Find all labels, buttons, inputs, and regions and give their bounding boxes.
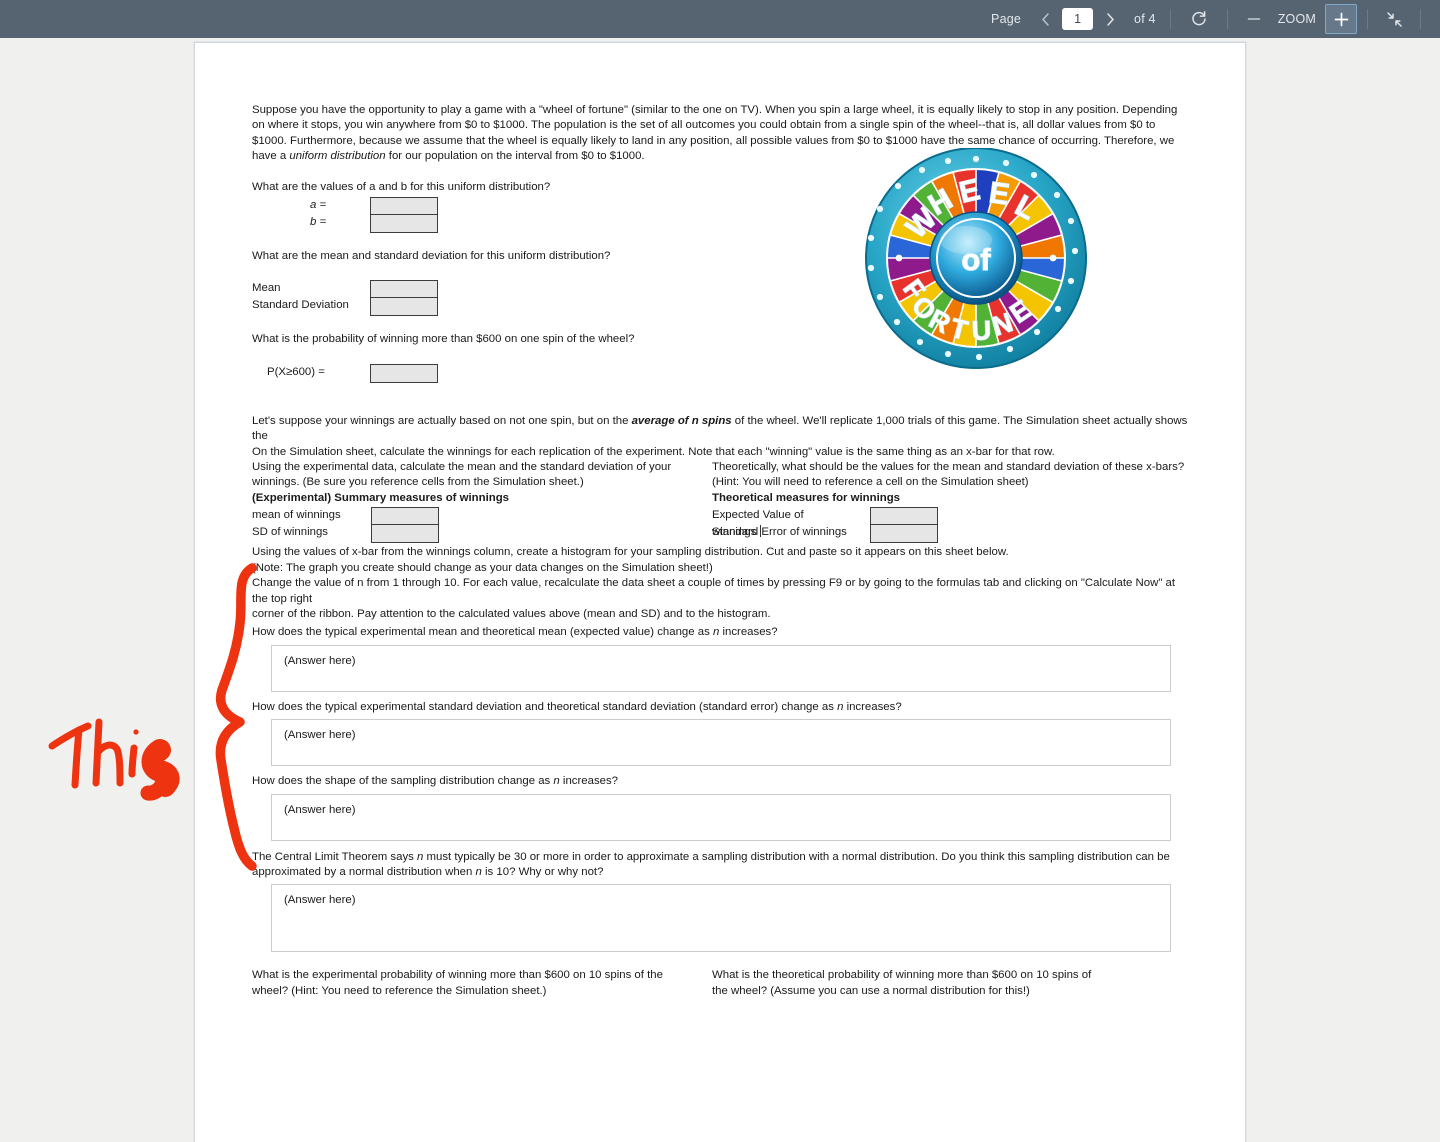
qa1-text-b: increases? [719, 626, 778, 639]
qa4-line2-text-a: approximated by a normal distribution wh… [252, 865, 476, 878]
theoretical-column: Theoretically, what should be the values… [712, 460, 1192, 544]
document-page: Suppose you have the opportunity to play… [194, 42, 1246, 1142]
question-a2: How does the typical experimental standa… [252, 700, 1192, 715]
label-expected-value: Expected Value of winnings [712, 507, 848, 538]
input-cell-standard-error[interactable] [871, 525, 937, 543]
text-cursor [760, 525, 762, 538]
theoretical-input-cells[interactable] [870, 507, 938, 544]
left-instruction-1: Using the experimental data, calculate t… [252, 461, 672, 474]
svg-text:U: U [971, 315, 992, 346]
page-total-label: of 4 [1134, 12, 1156, 26]
right-instruction-2: (Hint: You will need to reference a cell… [712, 476, 1029, 489]
answer-box-1[interactable]: (Answer here) [271, 644, 1171, 692]
toolbar-divider [1226, 9, 1228, 29]
qa4-text-b: must typically be 30 or more in order to… [423, 850, 1170, 863]
answer-box-4[interactable]: (Answer here) [271, 884, 1171, 953]
qa3-text-a: How does the shape of the sampling distr… [252, 775, 554, 788]
toolbar-divider [1169, 9, 1171, 29]
experimental-heading-bold: (Experimental) [252, 491, 332, 504]
answer-placeholder: (Answer here) [284, 729, 356, 742]
left-instruction-2: winnings. (Be sure you reference cells f… [252, 476, 584, 489]
input-cell-mean[interactable] [371, 281, 437, 299]
label-b: b = [310, 216, 327, 229]
input-cell-expected-value[interactable] [871, 508, 937, 526]
previous-page-button[interactable] [1030, 4, 1060, 34]
bottom-right-line-2: the wheel? (Assume you can use a normal … [712, 984, 1030, 997]
qa2-text-a: How does the typical experimental standa… [252, 700, 838, 713]
experimental-heading: (Experimental) Summary measures of winni… [252, 491, 712, 506]
right-instruction-1: Theoretically, what should be the values… [712, 461, 1185, 474]
qa4-text-a: The Central Limit Theorem says [252, 850, 418, 863]
intro-text-b: for our population on the interval from … [385, 150, 645, 163]
mean-sd-input-cells[interactable] [370, 280, 438, 317]
bottom-right-column: What is the theoretical probability of w… [712, 968, 1192, 999]
input-cell-a[interactable] [371, 198, 437, 216]
input-cell-probability[interactable] [371, 364, 437, 382]
label-probability: P(X≥600) = [267, 365, 325, 378]
page-number-input[interactable] [1062, 8, 1094, 30]
qa1-text-a: How does the typical experimental mean a… [252, 626, 713, 639]
input-cell-b[interactable] [371, 215, 437, 233]
svg-text:of: of [961, 242, 991, 277]
question-a3: How does the shape of the sampling distr… [252, 774, 1192, 789]
label-mean: Mean [252, 282, 281, 295]
bottom-left-line-1: What is the experimental probability of … [252, 969, 663, 982]
question-a1: How does the typical experimental mean a… [252, 625, 1192, 640]
wheel-of-fortune-image: W H E E L F O R T U N E of [858, 147, 1108, 378]
answer-placeholder: (Answer here) [284, 654, 356, 667]
experimental-input-cells[interactable] [371, 507, 439, 544]
question-a4-line-1: The Central Limit Theorem says n must ty… [252, 850, 1192, 865]
input-cell-sd[interactable] [371, 298, 437, 316]
page-navigation-group: Page of 4 [982, 0, 1165, 38]
paragraph-2-line-2: On the Simulation sheet, calculate the w… [252, 445, 1055, 458]
zoom-out-button[interactable] [1239, 4, 1269, 34]
next-page-button[interactable] [1095, 4, 1125, 34]
toolbar-divider [1367, 9, 1368, 29]
qa4-line2-text-b: is 10? Why or why not? [481, 865, 604, 878]
collapse-arrows-icon[interactable] [1379, 4, 1409, 34]
histogram-instruction-2: (Note: The graph you create should chang… [252, 561, 713, 574]
input-cell-mean-of-winnings[interactable] [372, 508, 438, 526]
probability-input-cells[interactable] [370, 363, 438, 383]
bottom-left-line-2: wheel? (Hint: You need to reference the … [252, 984, 547, 997]
zoom-label: ZOOM [1277, 12, 1316, 26]
input-cell-sd-of-winnings[interactable] [372, 525, 438, 543]
label-a: a = [310, 199, 327, 212]
experimental-column: Using the experimental data, calculate t… [252, 460, 712, 544]
histogram-instruction-3: Change the value of n from 1 through 10.… [252, 577, 1176, 605]
ab-input-cells[interactable] [370, 197, 438, 234]
answer-placeholder: (Answer here) [284, 803, 356, 816]
viewer-toolbar: Page of 4 ZOOM [0, 0, 1440, 38]
answer-box-3[interactable]: (Answer here) [271, 793, 1171, 841]
bottom-right-line-1: What is the theoretical probability of w… [712, 969, 1092, 982]
label-mean-of-winnings: mean of winnings [252, 509, 341, 522]
theoretical-heading: Theoretical measures for winnings [712, 491, 900, 504]
paragraph-2-line-1: Let's suppose your winnings are actually… [252, 414, 1192, 445]
answer-placeholder: (Answer here) [284, 894, 356, 907]
experimental-heading-rest: Summary measures of winnings [331, 491, 509, 504]
para2-text-a: Let's suppose your winnings are actually… [252, 414, 632, 427]
qa2-text-b: increases? [843, 700, 902, 713]
label-sd-of-winnings: SD of winnings [252, 526, 328, 539]
label-standard-deviation: Standard Deviation [252, 299, 349, 312]
document-viewer[interactable]: Suppose you have the opportunity to play… [0, 38, 1440, 1142]
page-label: Page [991, 12, 1022, 26]
toolbar-divider [1420, 9, 1421, 29]
para2-text-bold-italic: average of n spins [631, 414, 732, 427]
intro-text-italic: uniform distribution [289, 150, 386, 163]
qa3-text-b: increases? [559, 775, 619, 788]
question-a4-line-2: approximated by a normal distribution wh… [252, 865, 1192, 880]
handwritten-this-annotation [48, 718, 180, 801]
zoom-in-button[interactable] [1325, 4, 1357, 34]
rotate-icon[interactable] [1184, 4, 1214, 34]
answer-box-2[interactable]: (Answer here) [271, 719, 1171, 767]
histogram-instruction-4: corner of the ribbon. Pay attention to t… [252, 607, 771, 620]
bottom-left-column: What is the experimental probability of … [252, 968, 712, 999]
histogram-instruction-1: Using the values of x-bar from the winni… [252, 546, 1009, 559]
